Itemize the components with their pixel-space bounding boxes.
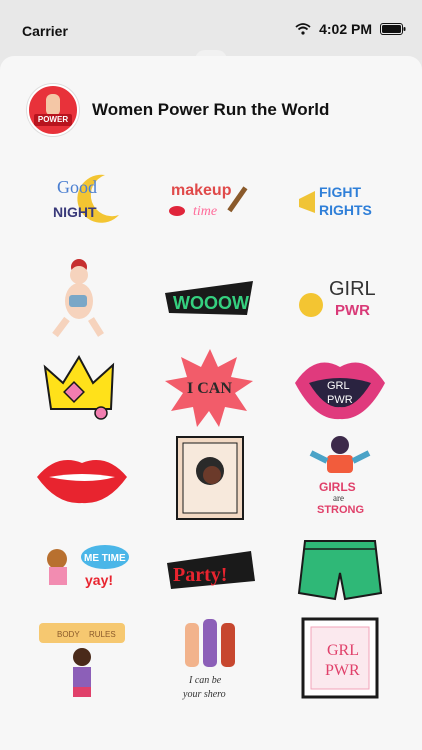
i-can-art: I CAN (165, 349, 253, 427)
battery-icon (380, 23, 406, 35)
makeup-time-art: makeup time (169, 182, 248, 219)
sticker-i-can[interactable]: I CAN (155, 343, 265, 433)
clock: 4:02 PM (319, 21, 372, 37)
me-time-text: ME TIME (84, 553, 126, 564)
carrier-label: Carrier (22, 23, 68, 39)
sticker-good-night[interactable]: Good NIGHT (27, 155, 137, 245)
sticker-lips-girl-pwr[interactable]: GRL PWR (285, 343, 395, 433)
app-icon: POWER (27, 84, 79, 136)
wooow-text: WOOOW (173, 293, 249, 313)
girl-pwr-art: GIRL PWR (299, 278, 376, 319)
fists-art: I can be your shero (182, 619, 235, 700)
lips-grl-text: GRL (327, 380, 350, 392)
sticker-makeup-time[interactable]: makeup time (155, 155, 265, 245)
body-text: BODY (57, 630, 80, 639)
girl-with-cup-art (52, 259, 104, 338)
rules-text: RULES (89, 630, 116, 639)
pack-title: Women Power Run the World (92, 100, 330, 119)
strong-text: STRONG (317, 504, 364, 516)
are-text: are (333, 493, 344, 503)
sticker-shorts[interactable] (285, 523, 395, 613)
sticker-lips[interactable] (27, 433, 137, 523)
pwr-text: PWR (335, 302, 370, 319)
good-night-art: Good NIGHT (53, 174, 119, 223)
girls-text: GIRLS (319, 480, 356, 494)
sticker-fists[interactable]: I can be your shero (155, 613, 265, 703)
makeup-text: makeup (171, 182, 232, 199)
party-text: Party! (173, 564, 227, 586)
lips-art (37, 460, 127, 504)
your-shero-text: your shero (182, 689, 226, 700)
sticker-girl-with-cup[interactable] (27, 253, 137, 343)
i-can-text: I CAN (187, 380, 232, 397)
app-icon-label: POWER (34, 114, 72, 126)
grl-pwr-frame-art: GRL PWR (301, 617, 379, 699)
shorts-art (297, 540, 383, 601)
girl-text: GIRL (329, 278, 376, 300)
good-text: Good (57, 177, 97, 197)
sticker-party[interactable]: Party! (155, 523, 265, 613)
sheet-header: POWER Women Power Run the World (27, 84, 329, 136)
sticker-girl-pwr[interactable]: GIRL PWR (285, 253, 395, 343)
sticker-me-time-yay[interactable]: ME TIME yay! (27, 523, 137, 613)
fight-text: FIGHT (319, 184, 361, 200)
yay-text: yay! (85, 572, 113, 588)
portrait-frame-art (176, 436, 244, 520)
night-text: NIGHT (53, 204, 97, 220)
time-text: time (193, 204, 217, 219)
wifi-icon (295, 23, 311, 35)
frame-pwr-text: PWR (325, 662, 360, 679)
sticker-grl-pwr-frame[interactable]: GRL PWR (285, 613, 395, 703)
sticker-girls-are-strong[interactable]: GIRLS are STRONG (285, 433, 395, 523)
crown-art (43, 354, 115, 420)
frame-grl-text: GRL (327, 642, 359, 659)
fist-icon (46, 94, 60, 116)
sticker-fight-rights[interactable]: FIGHT RIGHTS (285, 155, 395, 245)
sticker-wooow[interactable]: WOOOW (155, 253, 265, 343)
girls-are-strong-art: GIRLS are STRONG (309, 436, 371, 516)
lips-pwr-text: PWR (327, 394, 353, 406)
party-art: Party! (167, 551, 255, 589)
sticker-portrait-frame[interactable] (155, 433, 265, 523)
i-can-be-text: I can be (188, 675, 222, 686)
rights-text: RIGHTS (319, 202, 372, 218)
sticker-body-rules[interactable]: BODY RULES (27, 613, 137, 703)
wooow-art: WOOOW (165, 281, 253, 315)
sticker-crown[interactable] (27, 343, 137, 433)
fight-rights-art: FIGHT RIGHTS (299, 184, 372, 218)
me-time-yay-art: ME TIME yay! (47, 545, 129, 588)
body-rules-art: BODY RULES (39, 623, 125, 697)
lips-girl-pwr-art: GRL PWR (295, 362, 385, 420)
